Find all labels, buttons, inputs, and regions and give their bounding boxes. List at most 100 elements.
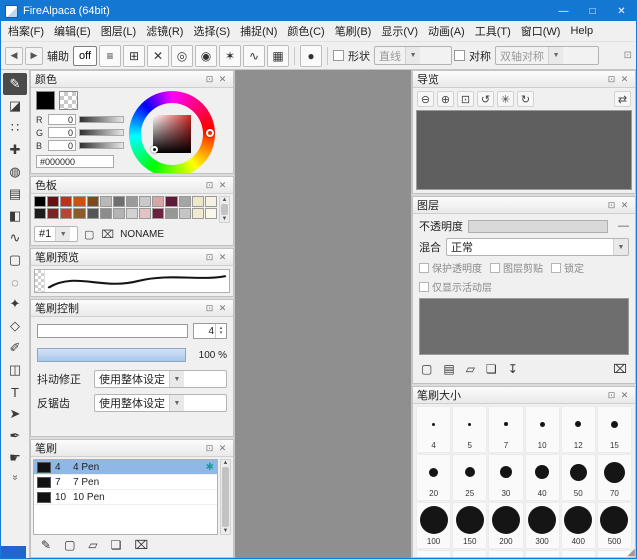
snap-grid-icon[interactable]: ⊞ (123, 45, 145, 67)
b-slider[interactable] (79, 142, 124, 149)
palette-swatch[interactable] (139, 196, 151, 207)
menu-item-12[interactable]: Help (565, 23, 598, 39)
brush-size-option[interactable]: 300 (525, 502, 560, 549)
palette-swatch[interactable] (165, 196, 177, 207)
rotate-ccw-icon[interactable]: ↺ (477, 91, 494, 107)
symmetry-checkbox[interactable] (454, 50, 465, 61)
duplicate-brush-icon[interactable]: ❏ (111, 538, 122, 552)
close-panel-icon[interactable]: ✕ (216, 303, 229, 314)
minimize-button[interactable]: — (549, 1, 578, 21)
palette-swatch[interactable] (87, 208, 99, 219)
close-panel-icon[interactable]: ✕ (618, 200, 631, 211)
menu-item-7[interactable]: 笔刷(B) (330, 21, 377, 41)
palette-swatch[interactable] (179, 196, 191, 207)
menu-item-2[interactable]: 图层(L) (96, 21, 141, 41)
shape-checkbox[interactable] (333, 50, 344, 61)
brush-list-item[interactable]: 1010 Pen (34, 490, 217, 505)
menu-item-6[interactable]: 颜色(C) (282, 21, 329, 41)
dot-tool[interactable]: ∷ (3, 117, 27, 139)
prev-button[interactable]: ◀ (5, 47, 23, 65)
palette-swatch[interactable] (126, 208, 138, 219)
palette-swatch[interactable] (100, 196, 112, 207)
layer-checkbox-b0[interactable]: 仅显示活动层 (419, 279, 492, 294)
zoom-in-icon[interactable]: ⊕ (437, 91, 454, 107)
layer-checkbox-1[interactable]: 图层剪贴 (490, 260, 543, 275)
zoom-out-icon[interactable]: ⊖ (417, 91, 434, 107)
brush-size-option[interactable]: 20 (416, 454, 451, 501)
brush-size-option[interactable]: 50 (561, 454, 596, 501)
dot-snap-button[interactable]: ● (300, 45, 322, 67)
palette-swatch[interactable] (34, 208, 46, 219)
next-button[interactable]: ▶ (25, 47, 43, 65)
new-folder-icon[interactable]: ▱ (466, 362, 475, 376)
layer-page-icon[interactable]: ▤ (443, 362, 454, 376)
merge-down-icon[interactable]: ↧ (508, 362, 518, 376)
palette-swatch[interactable] (126, 196, 138, 207)
resize-grip[interactable]: ◢ (627, 547, 635, 558)
palette-swatch[interactable] (100, 208, 112, 219)
brush-size-option[interactable] (561, 550, 596, 557)
layer-list-area[interactable] (419, 298, 629, 355)
palette-swatch[interactable] (165, 208, 177, 219)
add-brush-icon[interactable]: ✎ (41, 538, 51, 552)
select-pen-tool[interactable]: ✐ (3, 337, 27, 359)
brush-size-spinner[interactable]: 4 ▴ ▾ (193, 323, 227, 339)
pointer-tool[interactable]: ➤ (3, 403, 27, 425)
g-slider[interactable] (79, 129, 124, 136)
shape-select[interactable]: 直线 ▼ (374, 46, 452, 65)
brush-size-option[interactable]: 100 (416, 502, 451, 549)
palette-swatch[interactable] (47, 208, 59, 219)
brush-size-option[interactable]: 70 (597, 454, 632, 501)
palette-swatch[interactable] (139, 208, 151, 219)
palette-swatch[interactable] (73, 208, 85, 219)
hex-input[interactable]: #000000 (36, 155, 114, 168)
layer-opacity-slider[interactable] (468, 220, 608, 233)
brush-size-option[interactable]: 30 (488, 454, 523, 501)
hand-tool[interactable]: ☛ (3, 447, 27, 469)
palette-swatch[interactable] (192, 208, 204, 219)
g-input[interactable]: 0 (48, 127, 76, 138)
brush-size-option[interactable]: 25 (452, 454, 487, 501)
snap-radial-icon[interactable]: ✶ (219, 45, 241, 67)
close-panel-icon[interactable]: ✕ (618, 390, 631, 401)
float-panel-icon[interactable]: ⊡ (203, 303, 216, 314)
gradient-tool[interactable]: ▤ (3, 183, 27, 205)
bucket-tool[interactable]: ◧ (3, 205, 27, 227)
color-wheel[interactable] (129, 91, 215, 174)
snap-grid2-icon[interactable]: ▦ (267, 45, 289, 67)
close-panel-icon[interactable]: ✕ (216, 443, 229, 454)
brush-tool[interactable]: ✎ (3, 73, 27, 95)
palette-swatch[interactable] (179, 208, 191, 219)
foreground-color-chip[interactable] (36, 91, 55, 110)
snap-ellipse-icon[interactable]: ◎ (171, 45, 193, 67)
close-panel-icon[interactable]: ✕ (216, 180, 229, 191)
snap-curve-icon[interactable]: ∿ (243, 45, 265, 67)
rotate-reset-icon[interactable]: ✳ (497, 91, 514, 107)
brush-folder-icon[interactable]: ▱ (88, 538, 97, 552)
delete-brush-icon[interactable]: ⌧ (134, 538, 148, 552)
palette-swatch[interactable] (152, 208, 164, 219)
flip-icon[interactable]: ⇄ (614, 91, 631, 107)
palette-swatch[interactable] (60, 208, 72, 219)
brush-size-option[interactable]: 10 (525, 406, 560, 453)
antialias-select[interactable]: 使用整体设定 ▼ (94, 394, 227, 412)
rotate-cw-icon[interactable]: ↻ (517, 91, 534, 107)
scroll-thumb[interactable] (222, 467, 229, 527)
assist-off-button[interactable]: off (73, 46, 97, 66)
lasso-tool[interactable]: ◌ (3, 271, 27, 293)
scroll-down-icon[interactable]: ▼ (222, 216, 228, 222)
menu-item-9[interactable]: 动画(A) (423, 21, 470, 41)
close-button[interactable]: ✕ (607, 1, 636, 21)
scroll-down-icon[interactable]: ▼ (223, 528, 229, 534)
new-layer-icon[interactable]: ▢ (421, 362, 432, 376)
navigator-preview[interactable] (416, 110, 632, 190)
close-panel-icon[interactable]: ✕ (216, 74, 229, 85)
correction-select[interactable]: 使用整体设定 ▼ (94, 370, 227, 388)
hue-indicator[interactable] (206, 129, 214, 137)
palette-scrollbar[interactable]: ▲ ▼ (219, 196, 230, 223)
r-input[interactable]: 0 (48, 114, 76, 125)
new-brush-icon[interactable]: ▢ (64, 538, 75, 552)
menu-item-10[interactable]: 工具(T) (470, 21, 516, 41)
r-slider[interactable] (79, 116, 124, 123)
scroll-thumb[interactable] (221, 204, 228, 215)
